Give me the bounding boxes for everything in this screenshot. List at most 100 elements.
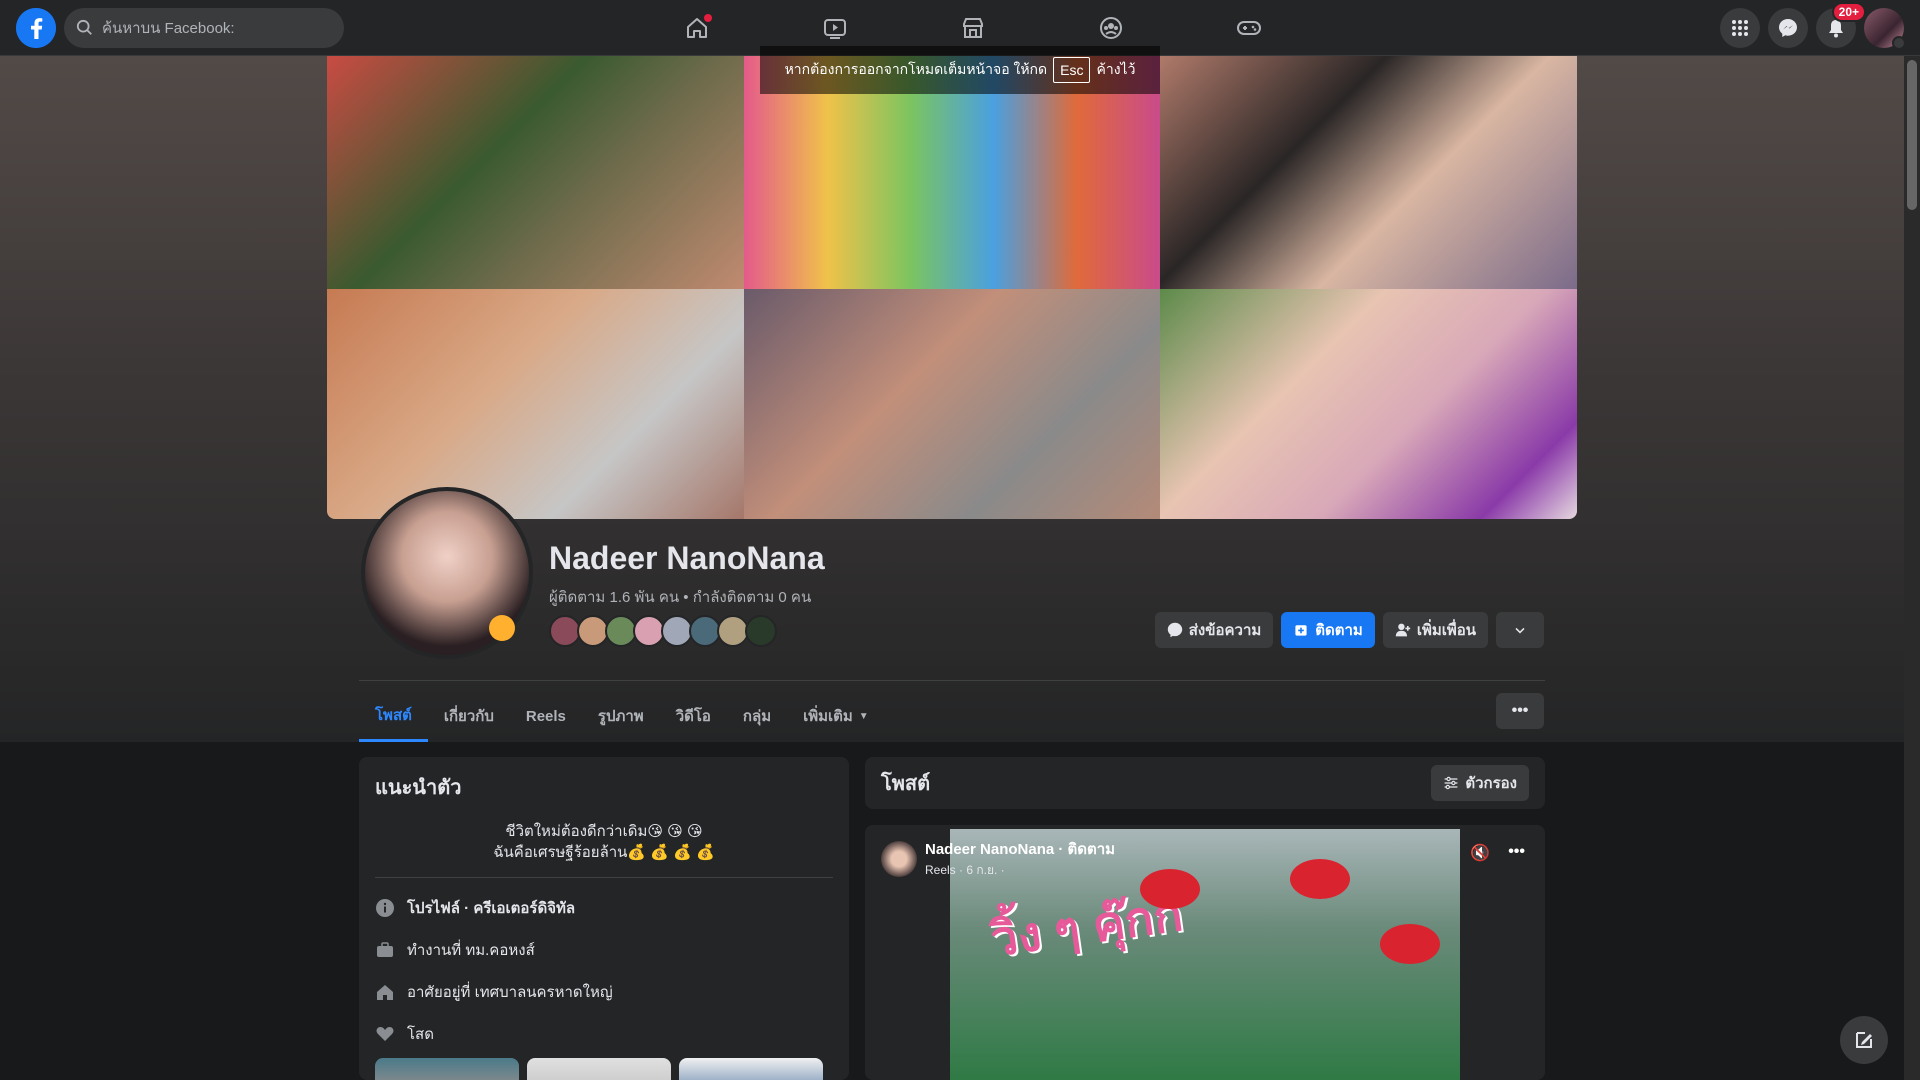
intro-work: ทำงานที่ ทม.คอหงส์ (375, 938, 833, 962)
cover-tile (327, 289, 744, 519)
profile-tabs: โพสต์ เกี่ยวกับ Reels รูปภาพ วิดีโอ กลุ่… (359, 690, 885, 742)
featured-photo[interactable] (527, 1058, 671, 1080)
menu-button[interactable] (1720, 8, 1760, 48)
tab-posts[interactable]: โพสต์ (359, 690, 428, 742)
cover-tile (1160, 56, 1577, 289)
caret-down-icon: ▼ (858, 710, 869, 722)
profile-actions: ส่งข้อความ ติดตาม เพิ่มเพื่อน (1154, 612, 1544, 648)
messenger-button[interactable] (1768, 8, 1808, 48)
intro-profile-type: โปรไฟล์ · ครีเอเตอร์ดิจิทัล (375, 896, 833, 920)
lips-sticker (1380, 924, 1440, 964)
lips-sticker (1290, 859, 1350, 899)
lives-text[interactable]: อาศัยอยู่ที่ เทศบาลนครหาดใหญ่ (407, 980, 613, 1004)
briefcase-icon (377, 942, 393, 957)
house-icon (377, 985, 393, 1000)
lips-sticker (1140, 869, 1200, 909)
relationship-text: โสด (407, 1026, 434, 1043)
info-icon (376, 899, 394, 917)
posts-header: โพสต์ ตัวกรอง (865, 757, 1545, 809)
scrollbar-thumb[interactable] (1907, 60, 1917, 210)
more-actions-button[interactable] (1496, 612, 1544, 648)
post-author-info: Nadeer NanoNana · ติดตาม Reels · 6 ก.ย. … (925, 837, 1115, 880)
friend-avatars[interactable] (549, 615, 777, 647)
message-button[interactable]: ส่งข้อความ (1154, 612, 1274, 648)
profile-type-text: โปรไฟล์ · ครีเอเตอร์ดิจิทัล (407, 900, 576, 917)
featured-photo[interactable] (375, 1058, 519, 1080)
watch-icon (824, 19, 846, 39)
header-divider (359, 680, 1545, 681)
profile-picture[interactable] (361, 487, 533, 659)
post-author-avatar[interactable] (881, 840, 917, 877)
intro-card: แนะนำตัว ชีวิตใหม่ต้องดีกว่าเดิม😘 😘 😘 ฉั… (359, 757, 849, 1080)
bio-line: ชีวิตใหม่ต้องดีกว่าเดิม😘 😘 😘 (505, 823, 703, 840)
nav-gaming[interactable] (1180, 0, 1318, 56)
search-input[interactable] (102, 19, 302, 37)
tab-about[interactable]: เกี่ยวกับ (428, 690, 510, 742)
filter-label: ตัวกรอง (1465, 775, 1517, 792)
new-message-button[interactable] (1840, 1016, 1888, 1064)
nav-home[interactable] (628, 0, 766, 56)
add-friend-icon (1395, 623, 1411, 637)
follower-stats[interactable]: ผู้ติดตาม 1.6 พัน คน • กำลังติดตาม 0 คน (549, 585, 811, 609)
account-avatar[interactable] (1864, 8, 1906, 50)
intro-title: แนะนำตัว (375, 777, 462, 799)
intro-lives: อาศัยอยู่ที่ เทศบาลนครหาดใหญ่ (375, 980, 833, 1004)
cover-tile (327, 56, 744, 289)
post-author[interactable]: Nadeer NanoNana · ติดตาม (925, 837, 1115, 861)
toast-text-before: หากต้องการออกจากโหมดเต็มหน้าจอ ให้กด (784, 61, 1048, 77)
message-button-label: ส่งข้อความ (1188, 622, 1262, 639)
filter-icon (1444, 776, 1458, 790)
account-controls: 20+ (1720, 2, 1906, 50)
cover-tile (744, 289, 1160, 519)
follow-button-label: ติดตาม (1315, 622, 1363, 639)
ellipsis-icon[interactable]: ••• (1508, 843, 1525, 863)
add-friend-label: เพิ่มเพื่อน (1416, 622, 1476, 639)
search-icon (76, 19, 92, 35)
ellipsis-icon: ••• (1511, 702, 1529, 719)
post-header: Nadeer NanoNana · ติดตาม Reels · 6 ก.ย. … (881, 837, 1115, 880)
featured-photo[interactable] (679, 1058, 823, 1080)
tab-reels[interactable]: Reels (510, 690, 582, 742)
work-text[interactable]: ทำงานที่ ทม.คอหงส์ (407, 938, 535, 962)
bio-line: ฉันคือเศรษฐีร้อยล้าน💰 💰 💰 💰 (493, 844, 715, 861)
notifications-badge: 20+ (1831, 2, 1866, 22)
intro-relationship: โสด (375, 1022, 833, 1046)
tab-photos[interactable]: รูปภาพ (582, 690, 660, 742)
bio: ชีวิตใหม่ต้องดีกว่าเดิม😘 😘 😘 ฉันคือเศรษฐ… (375, 821, 833, 878)
esc-key-label: Esc (1053, 57, 1091, 83)
friend-avatar[interactable] (745, 615, 777, 647)
compose-icon (1856, 1032, 1872, 1048)
tab-groups[interactable]: กลุ่ม (727, 690, 787, 742)
mute-icon[interactable]: 🔇 (1470, 843, 1490, 863)
marketplace-icon (963, 18, 983, 38)
notification-dot (704, 14, 712, 22)
messenger-icon (1167, 622, 1182, 638)
heart-sticker-icon (489, 615, 515, 641)
toast-text-after: ค้างไว้ (1096, 61, 1136, 77)
page-scrollbar[interactable] (1904, 56, 1920, 1080)
follow-button[interactable]: ติดตาม (1281, 612, 1375, 648)
gaming-icon (1237, 21, 1261, 35)
profile-name: Nadeer NanoNana (549, 540, 825, 576)
cover-photo[interactable] (327, 56, 1577, 519)
follow-icon (1295, 625, 1307, 636)
chevron-down-icon (1515, 627, 1525, 634)
featured-photos (375, 1058, 833, 1080)
post-card: วิ้ง ๆ คุ๊กกี้ Nadeer NanoNana · ติดตาม … (865, 825, 1545, 1080)
filter-button[interactable]: ตัวกรอง (1431, 765, 1529, 801)
groups-icon (1100, 17, 1122, 39)
tab-more-label: เพิ่มเติม (803, 708, 853, 725)
tab-more[interactable]: เพิ่มเติม ▼ (787, 690, 885, 742)
profile-more-options-button[interactable]: ••• (1496, 693, 1544, 729)
post-controls: 🔇 ••• (1470, 843, 1525, 863)
heart-icon (376, 1027, 394, 1041)
notifications-button[interactable]: 20+ (1816, 2, 1866, 48)
tab-videos[interactable]: วิดีโอ (660, 690, 727, 742)
facebook-logo-icon[interactable] (16, 8, 56, 48)
grid-menu-icon (1732, 20, 1748, 36)
fullscreen-exit-toast: หากต้องการออกจากโหมดเต็มหน้าจอ ให้กด Esc… (760, 46, 1160, 94)
add-friend-button[interactable]: เพิ่มเพื่อน (1382, 612, 1488, 648)
search-box[interactable] (64, 8, 344, 48)
messenger-icon (1779, 19, 1797, 37)
posts-title: โพสต์ (881, 773, 931, 795)
